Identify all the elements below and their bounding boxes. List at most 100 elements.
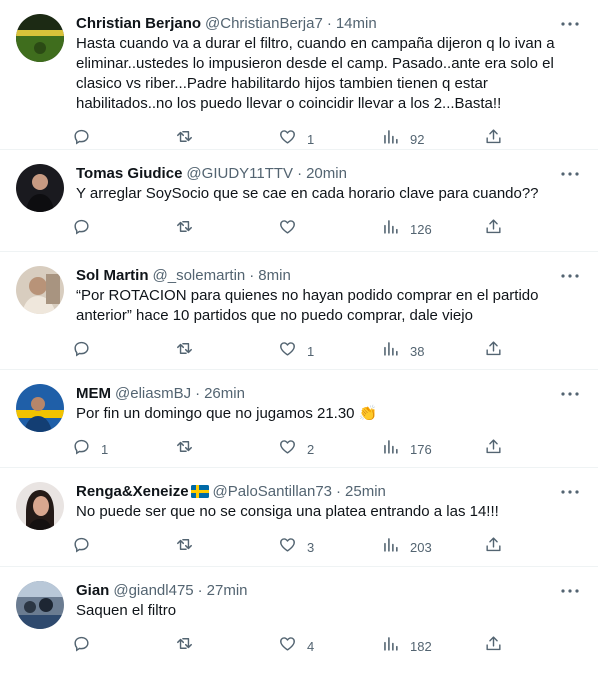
reply-bubble-icon [72,634,91,658]
retweet-button[interactable] [175,437,235,461]
separator-dot: · [297,164,303,182]
share-upload-icon [484,339,503,363]
user-handle[interactable]: @PaloSantillan73 [213,483,332,500]
views-button[interactable]: 176 [381,437,441,461]
views-bar-chart-icon [381,339,400,363]
tweet-text: Hasta cuando va a durar el filtro, cuand… [76,35,555,112]
tweet-text: Y arreglar SoySocio que se cae en cada h… [76,185,539,202]
avatar[interactable] [16,266,64,314]
views-button[interactable]: 126 [381,217,441,241]
timestamp[interactable]: 27min [207,582,248,599]
user-handle[interactable]: @GIUDY11TTV [186,165,293,182]
reply-button[interactable] [72,634,132,658]
like-count: 1 [307,131,315,147]
like-count: 2 [307,441,315,457]
tweet-text: Por fin un domingo que no jugamos 21.30 … [76,405,378,422]
separator-dot: · [336,482,342,500]
views-bar-chart-icon [381,634,400,658]
avatar[interactable] [16,14,64,62]
tweet[interactable]: MEM @eliasmBJ · 26min Por fin un domingo… [0,370,598,468]
views-button[interactable]: 203 [381,535,441,559]
timestamp[interactable]: 26min [204,385,245,402]
retweet-button[interactable] [175,217,235,241]
like-button[interactable]: 1 [278,127,338,151]
like-button[interactable]: 1 [278,339,338,363]
avatar[interactable] [16,581,64,629]
display-name[interactable]: Gian [76,582,109,599]
retweet-button[interactable] [175,535,235,559]
reply-count: 1 [101,441,109,457]
heart-icon [278,217,297,241]
tweet[interactable]: Renga&Xeneize @PaloSantillan73 · 25min N… [0,468,598,567]
display-name[interactable]: Christian Berjano [76,15,201,32]
views-button[interactable]: 182 [381,634,441,658]
views-bar-chart-icon [381,535,400,559]
display-name[interactable]: Sol Martin [76,267,149,284]
reply-button[interactable] [72,217,132,241]
more-options-button[interactable] [560,264,580,284]
separator-dot: · [326,14,332,32]
view-count: 92 [410,131,425,147]
like-button[interactable]: 3 [278,535,338,559]
share-button[interactable] [484,339,504,363]
tweet[interactable]: Sol Martin @_solemartin · 8min “Por ROTA… [0,252,598,370]
more-options-button[interactable] [560,480,580,500]
retweet-button[interactable] [175,634,235,658]
like-button[interactable]: 4 [278,634,338,658]
share-upload-icon [484,535,503,559]
heart-icon [278,437,297,461]
sweden-flag-icon [190,484,209,498]
reply-bubble-icon [72,217,91,241]
tweet[interactable]: Gian @giandl475 · 27min Saquen el filtro… [0,567,598,664]
display-name[interactable]: Tomas Giudice [76,165,182,182]
user-handle[interactable]: @giandl475 [113,582,193,599]
reply-button[interactable] [72,535,132,559]
share-button[interactable] [484,437,504,461]
action-bar: 3 203 [72,537,504,557]
user-handle[interactable]: @_solemartin [153,267,246,284]
more-dots-icon [561,580,579,598]
action-bar: 1 92 [72,129,504,149]
reply-bubble-icon [72,127,91,151]
more-options-button[interactable] [560,382,580,402]
like-button[interactable] [278,217,338,241]
reply-feed: Christian Berjano @ChristianBerja7 · 14m… [0,0,598,664]
timestamp[interactable]: 25min [345,483,386,500]
share-button[interactable] [484,217,504,241]
tweet[interactable]: Tomas Giudice @GIUDY11TTV · 20min Y arre… [0,150,598,252]
more-dots-icon [561,383,579,401]
view-count: 38 [410,343,425,359]
views-button[interactable]: 38 [381,339,441,363]
avatar[interactable] [16,164,64,212]
user-handle[interactable]: @ChristianBerja7 [205,15,323,32]
separator-dot: · [249,266,255,284]
like-button[interactable]: 2 [278,437,338,461]
views-button[interactable]: 92 [381,127,441,151]
reply-button[interactable] [72,339,132,363]
retweet-button[interactable] [175,127,235,151]
avatar[interactable] [16,482,64,530]
reply-button[interactable] [72,127,132,151]
tweet[interactable]: Christian Berjano @ChristianBerja7 · 14m… [0,0,598,150]
like-count: 4 [307,638,315,654]
retweet-button[interactable] [175,339,235,363]
more-options-button[interactable] [560,579,580,599]
reply-button[interactable]: 1 [72,437,132,461]
more-options-button[interactable] [560,12,580,32]
share-upload-icon [484,127,503,151]
more-options-button[interactable] [560,162,580,182]
timestamp[interactable]: 20min [306,165,347,182]
display-name[interactable]: MEM [76,385,111,402]
view-count: 182 [410,638,432,654]
display-name[interactable]: Renga&Xeneize [76,483,189,500]
share-button[interactable] [484,127,504,151]
share-button[interactable] [484,535,504,559]
user-handle[interactable]: @eliasmBJ [115,385,191,402]
retweet-arrows-icon [175,634,194,658]
timestamp[interactable]: 14min [336,15,377,32]
avatar[interactable] [16,384,64,432]
reply-bubble-icon [72,437,91,461]
retweet-arrows-icon [175,127,194,151]
timestamp[interactable]: 8min [258,267,291,284]
share-button[interactable] [484,634,504,658]
